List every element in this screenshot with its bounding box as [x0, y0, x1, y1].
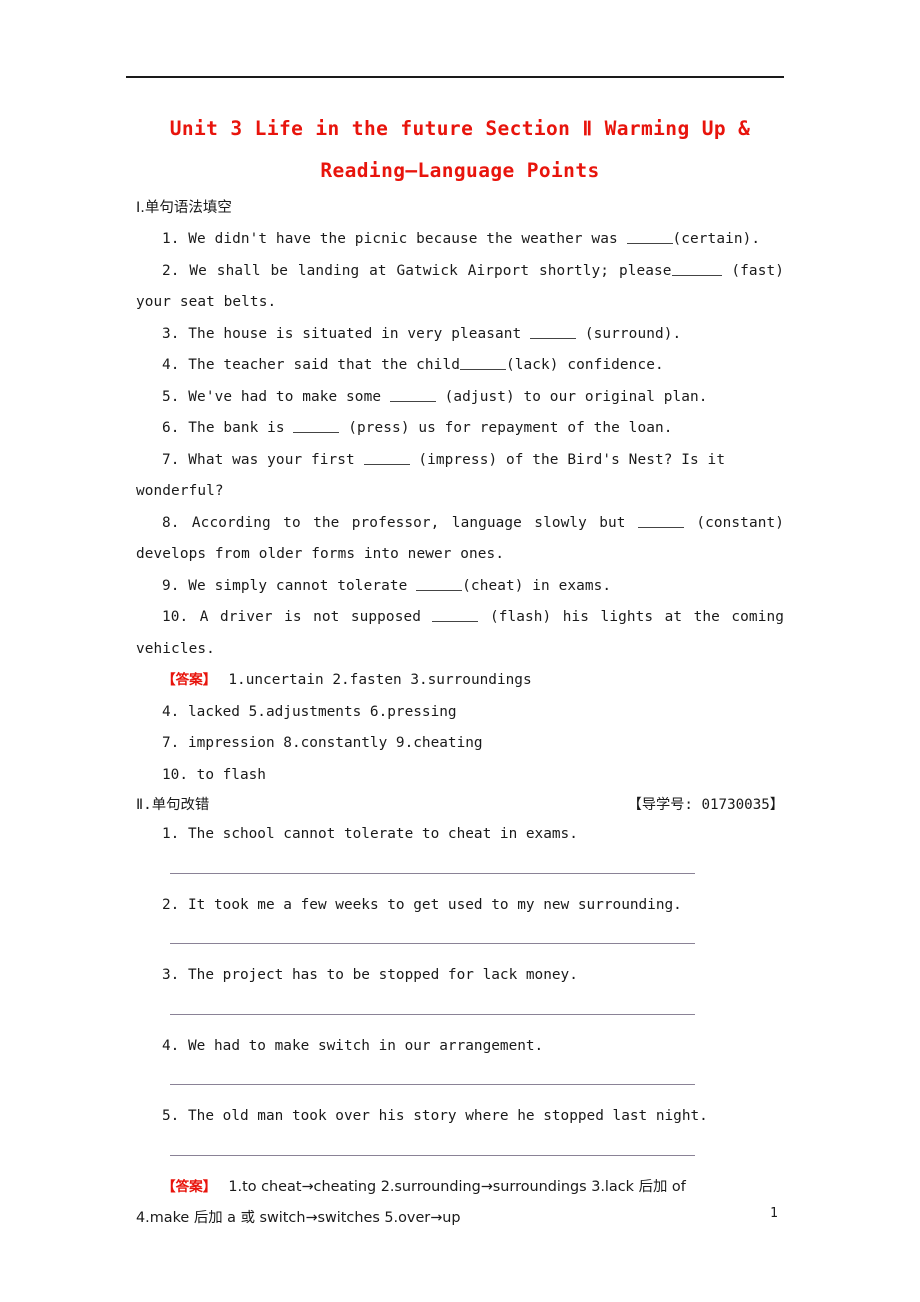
- question-text-before: We simply cannot tolerate: [188, 577, 417, 594]
- question-item: 7. What was your first (impress) of the …: [136, 445, 784, 508]
- question-number: 2.: [162, 262, 180, 279]
- question-text-before: The bank is: [188, 420, 294, 436]
- question-item: 1. We didn't have the picnic because the…: [136, 224, 784, 256]
- question-text-after: (cheat) in exams.: [462, 577, 612, 594]
- question-number: 3.: [162, 325, 180, 342]
- question-item: 9. We simply cannot tolerate (cheat) in …: [136, 571, 784, 603]
- correction-item: 5. The old man took over his story where…: [136, 1101, 784, 1133]
- answer-text: 1.to cheat→cheating 2.surrounding→surrou…: [228, 1178, 686, 1195]
- question-item: 5. We've had to make some (adjust) to ou…: [136, 382, 784, 414]
- question-number: 9.: [162, 577, 180, 594]
- question-text-before: The house is situated in very pleasant: [188, 325, 531, 342]
- fill-in-blank[interactable]: [637, 513, 684, 528]
- answer-line: 7. impression 8.constantly 9.cheating: [136, 728, 784, 760]
- question-item: 6. The bank is (press) us for repayment …: [136, 413, 784, 445]
- fill-in-blank[interactable]: [416, 576, 463, 591]
- answer-label: 【答案】: [162, 1178, 217, 1195]
- question-number: 4.: [162, 357, 180, 373]
- fill-in-blank[interactable]: [530, 324, 577, 339]
- correction-number: 2.: [162, 896, 180, 913]
- correction-number: 1.: [162, 826, 180, 842]
- question-number: 5.: [162, 388, 180, 405]
- question-item: 3. The house is situated in very pleasan…: [136, 319, 784, 351]
- question-number: 8.: [162, 514, 180, 531]
- correction-number: 5.: [162, 1108, 180, 1124]
- section-1-heading-text: Ⅰ.单句语法填空: [136, 200, 232, 216]
- correction-text: The old man took over his story where he…: [188, 1108, 708, 1124]
- answer-write-line[interactable]: [170, 943, 695, 944]
- answer-block-section-1: 【答案】 1.uncertain 2.fasten 3.surroundings: [136, 665, 784, 697]
- question-text-after: (lack) confidence.: [505, 357, 664, 373]
- question-text-before: A driver is not supposed: [199, 609, 433, 625]
- fill-in-blank[interactable]: [459, 355, 506, 370]
- correction-item: 4. We had to make switch in our arrangem…: [136, 1031, 784, 1063]
- question-text-after: (surround).: [576, 325, 682, 342]
- question-item: 2. We shall be landing at Gatwick Airpor…: [136, 256, 784, 319]
- question-text-after: (certain).: [672, 231, 761, 247]
- fill-in-blank[interactable]: [293, 418, 340, 433]
- correction-item: 2. It took me a few weeks to get used to…: [136, 890, 784, 922]
- question-text-after: (press) us for repayment of the loan.: [339, 420, 673, 436]
- answer-text: 7. impression 8.constantly 9.cheating: [162, 735, 483, 751]
- question-text-before: The teacher said that the child: [188, 357, 460, 373]
- answer-text: 4. lacked 5.adjustments 6.pressing: [162, 703, 457, 720]
- question-text-before: According to the professor, language slo…: [191, 514, 638, 531]
- answer-block-section-2: 【答案】 1.to cheat→cheating 2.surrounding→su…: [136, 1172, 784, 1204]
- question-item: 8. According to the professor, language …: [136, 508, 784, 571]
- page-title-line-2: Reading—Language Points: [320, 159, 600, 182]
- section-2-heading-row: Ⅱ.单句改错 【导学号: 01730035】: [136, 791, 784, 819]
- question-text-after: (adjust) to our original plan.: [435, 388, 708, 405]
- correction-number: 4.: [162, 1037, 180, 1054]
- question-number: 6.: [162, 420, 180, 436]
- page-title-line-1: Unit 3 Life in the future Section Ⅱ Warm…: [169, 117, 751, 140]
- answer-write-line[interactable]: [170, 1084, 695, 1085]
- page-title: Unit 3 Life in the future Section Ⅱ Warm…: [136, 108, 784, 192]
- question-text-before: We didn't have the picnic because the we…: [188, 231, 627, 247]
- question-item: 10. A driver is not supposed (flash) his…: [136, 602, 784, 665]
- question-item: 4. The teacher said that the child (lack)…: [136, 350, 784, 382]
- answer-write-line[interactable]: [170, 1154, 695, 1156]
- correction-text: We had to make switch in our arrangement…: [188, 1037, 544, 1054]
- fill-in-blank[interactable]: [626, 229, 673, 244]
- correction-text: It took me a few weeks to get used to my…: [188, 896, 682, 913]
- page-number: 1: [770, 1206, 778, 1221]
- fill-in-blank[interactable]: [432, 607, 479, 622]
- question-number: 7.: [162, 451, 180, 468]
- question-text-before: What was your first: [188, 451, 364, 468]
- answer-text: 10. to flash: [162, 766, 266, 783]
- guide-number-badge: 【导学号: 01730035】: [627, 797, 784, 813]
- document-page: Unit 3 Life in the future Section Ⅱ Warm…: [0, 0, 920, 1302]
- answer-line: 4. lacked 5.adjustments 6.pressing: [136, 697, 784, 729]
- correction-text: The project has to be stopped for lack m…: [188, 967, 578, 983]
- question-number: 1.: [162, 231, 180, 247]
- answer-text: 4.make 后加 a 或 switch→switches 5.over→up: [136, 1210, 461, 1226]
- fill-in-blank[interactable]: [389, 387, 436, 402]
- answer-line: 4.make 后加 a 或 switch→switches 5.over→up: [136, 1203, 784, 1235]
- header-divider-rule: [126, 76, 784, 78]
- answer-label: 【答案】: [162, 672, 217, 688]
- correction-text: The school cannot tolerate to cheat in e…: [188, 826, 578, 842]
- fill-in-blank[interactable]: [363, 450, 410, 465]
- question-text-before: We shall be landing at Gatwick Airport s…: [189, 262, 672, 279]
- answer-line: 10. to flash: [136, 760, 784, 792]
- correction-item: 3. The project has to be stopped for lac…: [136, 960, 784, 992]
- section-2-heading-text: Ⅱ.单句改错: [136, 797, 210, 813]
- section-1-heading: Ⅰ.单句语法填空: [136, 194, 784, 222]
- answer-write-line[interactable]: [170, 1013, 695, 1015]
- fill-in-blank[interactable]: [671, 261, 722, 276]
- document-body: Ⅰ.单句语法填空 1. We didn't have the picnic be…: [136, 194, 784, 1235]
- correction-item: 1. The school cannot tolerate to cheat i…: [136, 819, 784, 851]
- correction-number: 3.: [162, 967, 180, 983]
- answer-write-line[interactable]: [170, 872, 695, 874]
- question-number: 10.: [162, 609, 189, 625]
- question-text-before: We've had to make some: [188, 388, 390, 405]
- answer-text: 1.uncertain 2.fasten 3.surroundings: [228, 672, 532, 688]
